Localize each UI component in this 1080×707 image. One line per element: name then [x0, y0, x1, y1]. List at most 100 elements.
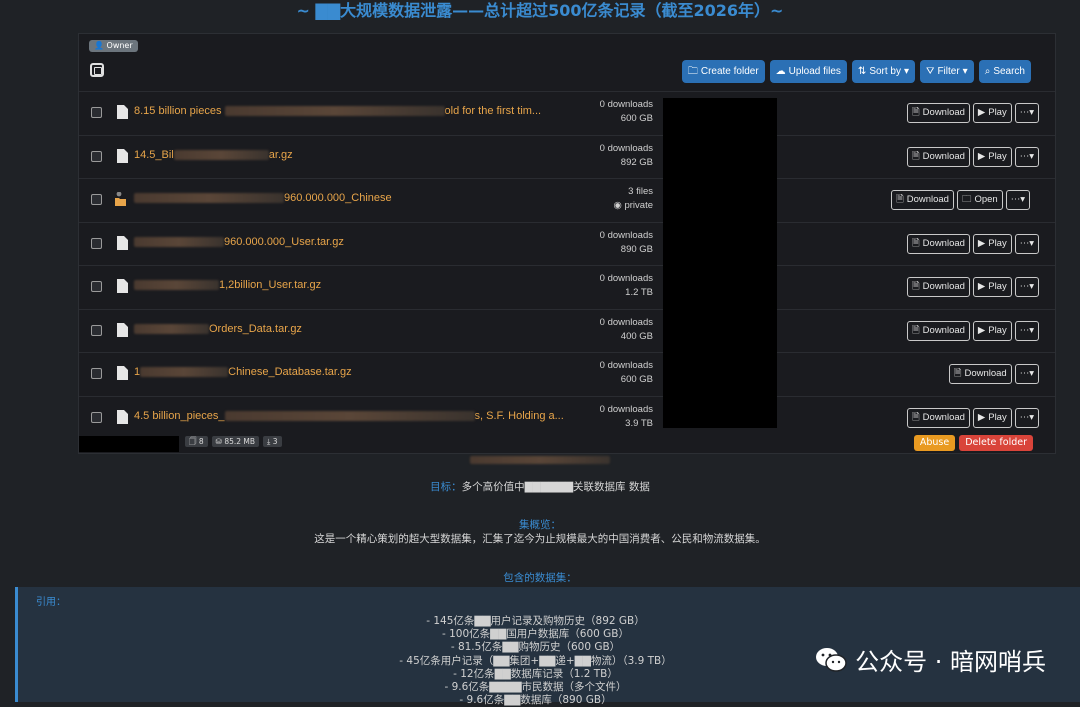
create-folder-button[interactable]: 🗀 Create folder — [681, 60, 765, 83]
play-button[interactable]: ▶ Play — [972, 407, 1012, 428]
watermark: 公众号 · 暗网哨兵 — [815, 642, 1046, 677]
download-count: 0 downloads — [599, 142, 653, 154]
more-options-button[interactable]: ⋯▾ — [1014, 407, 1039, 428]
download-icon: 🗎 — [912, 237, 920, 249]
filter-button[interactable]: ⛛ Filter ▾ — [920, 60, 974, 83]
more-options-button[interactable]: ⋯▾ — [1014, 364, 1039, 384]
eye-icon: ◉ — [613, 200, 622, 211]
select-all-checkbox[interactable] — [90, 63, 104, 77]
delete-folder-button[interactable]: Delete folder — [959, 435, 1033, 451]
download-icon: 🗎 — [912, 107, 920, 118]
download-button[interactable]: 🗎 Download — [907, 233, 970, 254]
download-button[interactable]: 🗎 Download — [891, 190, 954, 210]
more-options-button[interactable]: ⋯▾ — [1014, 103, 1039, 123]
row-checkbox[interactable] — [91, 150, 102, 162]
row-checkbox[interactable] — [91, 237, 102, 249]
file-count: 3 files — [628, 186, 653, 197]
row-checkbox[interactable] — [91, 281, 102, 292]
more-icon: ⋯▾ — [1010, 194, 1025, 205]
file-row: 14.5_Bil ar.gz 0 downloads 892 GB 🗎 Downlo… — [79, 134, 1055, 179]
play-button[interactable]: ▶ Play — [972, 277, 1012, 297]
search-icon: ⌕ — [984, 66, 991, 77]
more-icon: ⋯▾ — [1019, 237, 1034, 249]
filter-icon: ⛛ — [926, 66, 935, 77]
file-icon — [117, 322, 128, 337]
folder-name-link[interactable]: 960.000.000_Chinese — [134, 192, 392, 204]
download-icon: 🗎 — [896, 194, 904, 205]
more-icon: ⋯▾ — [1019, 324, 1034, 336]
search-label: Search — [993, 66, 1025, 77]
download-count: 0 downloads — [599, 229, 653, 241]
play-button[interactable]: ▶ Play — [972, 146, 1012, 167]
download-count: 0 downloads — [599, 316, 653, 328]
owner-badge-label: Owner — [106, 41, 133, 50]
download-icon: 🗎 — [912, 411, 920, 423]
file-size: 1.2 TB — [625, 287, 653, 298]
file-icon — [117, 366, 128, 380]
file-icon — [117, 235, 128, 250]
download-icon: 🗎 — [912, 150, 920, 162]
more-options-button[interactable]: ⋯▾ — [1014, 277, 1039, 297]
file-name-link[interactable]: Orders_Data.tar.gz — [134, 323, 302, 335]
file-icon — [117, 279, 128, 293]
target-text: 多个高价值中▇▇▇▇▇▇关联数据库 数据 — [461, 481, 650, 493]
more-options-button[interactable]: ⋯▾ — [1014, 146, 1039, 167]
row-checkbox[interactable] — [91, 107, 102, 118]
row-checkbox[interactable] — [91, 194, 102, 205]
file-name-link[interactable]: 4.5 billion_pieces_ s, S.F. Holding a... — [134, 410, 564, 422]
play-icon: ▶ — [977, 411, 986, 423]
play-button[interactable]: ▶ Play — [972, 233, 1012, 254]
owner-badge: 👤 Owner — [89, 40, 138, 52]
more-options-button[interactable]: ⋯▾ — [1014, 233, 1039, 254]
more-options-button[interactable]: ⋯▾ — [1005, 190, 1030, 210]
search-button[interactable]: ⌕ Search — [978, 60, 1031, 83]
row-checkbox[interactable] — [91, 324, 102, 336]
wechat-icon — [816, 647, 847, 672]
redaction-strip — [79, 436, 179, 452]
sort-by-button[interactable]: ⇅ Sort by ▾ — [851, 60, 916, 83]
file-row: 8.15 billion pieces old for the first ti… — [79, 91, 1055, 135]
download-button[interactable]: 🗎 Download — [907, 103, 970, 123]
download-button[interactable]: 🗎 Download — [907, 320, 970, 341]
play-button[interactable]: ▶ Play — [972, 320, 1012, 341]
file-name-link[interactable]: 1 Chinese_Database.tar.gz — [134, 366, 352, 378]
play-icon: ▶ — [977, 107, 986, 118]
play-icon: ▶ — [977, 281, 986, 292]
file-icon — [117, 148, 128, 163]
file-size: 890 GB — [620, 243, 653, 255]
file-name-link[interactable]: 1,2billion_User.tar.gz — [134, 279, 321, 291]
page-title: ~ ▇▇大规模数据泄露——总计超过500亿条记录（截至2026年）~ — [296, 1, 784, 20]
more-icon: ⋯▾ — [1019, 281, 1034, 292]
file-count-badge: 🗍 8 — [185, 436, 208, 447]
folder-row: 960.000.000_Chinese 3 files ◉ private 🗎 D… — [79, 178, 1055, 222]
cloud-upload-icon: ☁ — [775, 66, 786, 77]
row-checkbox[interactable] — [91, 411, 102, 423]
download-button[interactable]: 🗎 Download — [948, 364, 1012, 384]
play-icon: ▶ — [977, 237, 986, 249]
download-button[interactable]: 🗎 Download — [907, 277, 970, 297]
user-icon: 👤 — [94, 41, 104, 50]
quote-label: 引用： — [36, 597, 66, 608]
download-button[interactable]: 🗎 Download — [907, 407, 970, 428]
download-count: 0 downloads — [599, 360, 653, 371]
file-row: 960.000.000_User.tar.gz 0 downloads 890 … — [79, 221, 1055, 266]
download-count: 0 downloads — [599, 403, 653, 415]
row-checkbox[interactable] — [91, 368, 102, 379]
abuse-button[interactable]: Abuse — [913, 435, 956, 451]
more-options-button[interactable]: ⋯▾ — [1014, 320, 1039, 341]
play-button[interactable]: ▶ Play — [972, 103, 1012, 123]
file-name-link[interactable]: 8.15 billion pieces old for the first ti… — [134, 105, 541, 117]
download-button[interactable]: 🗎 Download — [907, 146, 970, 167]
file-size: 892 GB — [620, 156, 653, 168]
download-icon: 🗎 — [912, 324, 920, 336]
file-list: 8.15 billion pieces old for the first ti… — [79, 91, 1055, 439]
sort-by-label: Sort by — [869, 66, 901, 77]
sort-icon: ⇅ — [857, 66, 867, 77]
file-size: 3.9 TB — [625, 417, 653, 429]
redaction-box — [663, 98, 777, 428]
file-name-link[interactable]: 14.5_Bil ar.gz — [134, 149, 293, 161]
file-size: 400 GB — [620, 330, 653, 342]
file-name-link[interactable]: 960.000.000_User.tar.gz — [134, 236, 344, 248]
upload-files-button[interactable]: ☁ Upload files — [769, 60, 847, 83]
open-button[interactable]: 🗀 Open — [956, 190, 1003, 210]
